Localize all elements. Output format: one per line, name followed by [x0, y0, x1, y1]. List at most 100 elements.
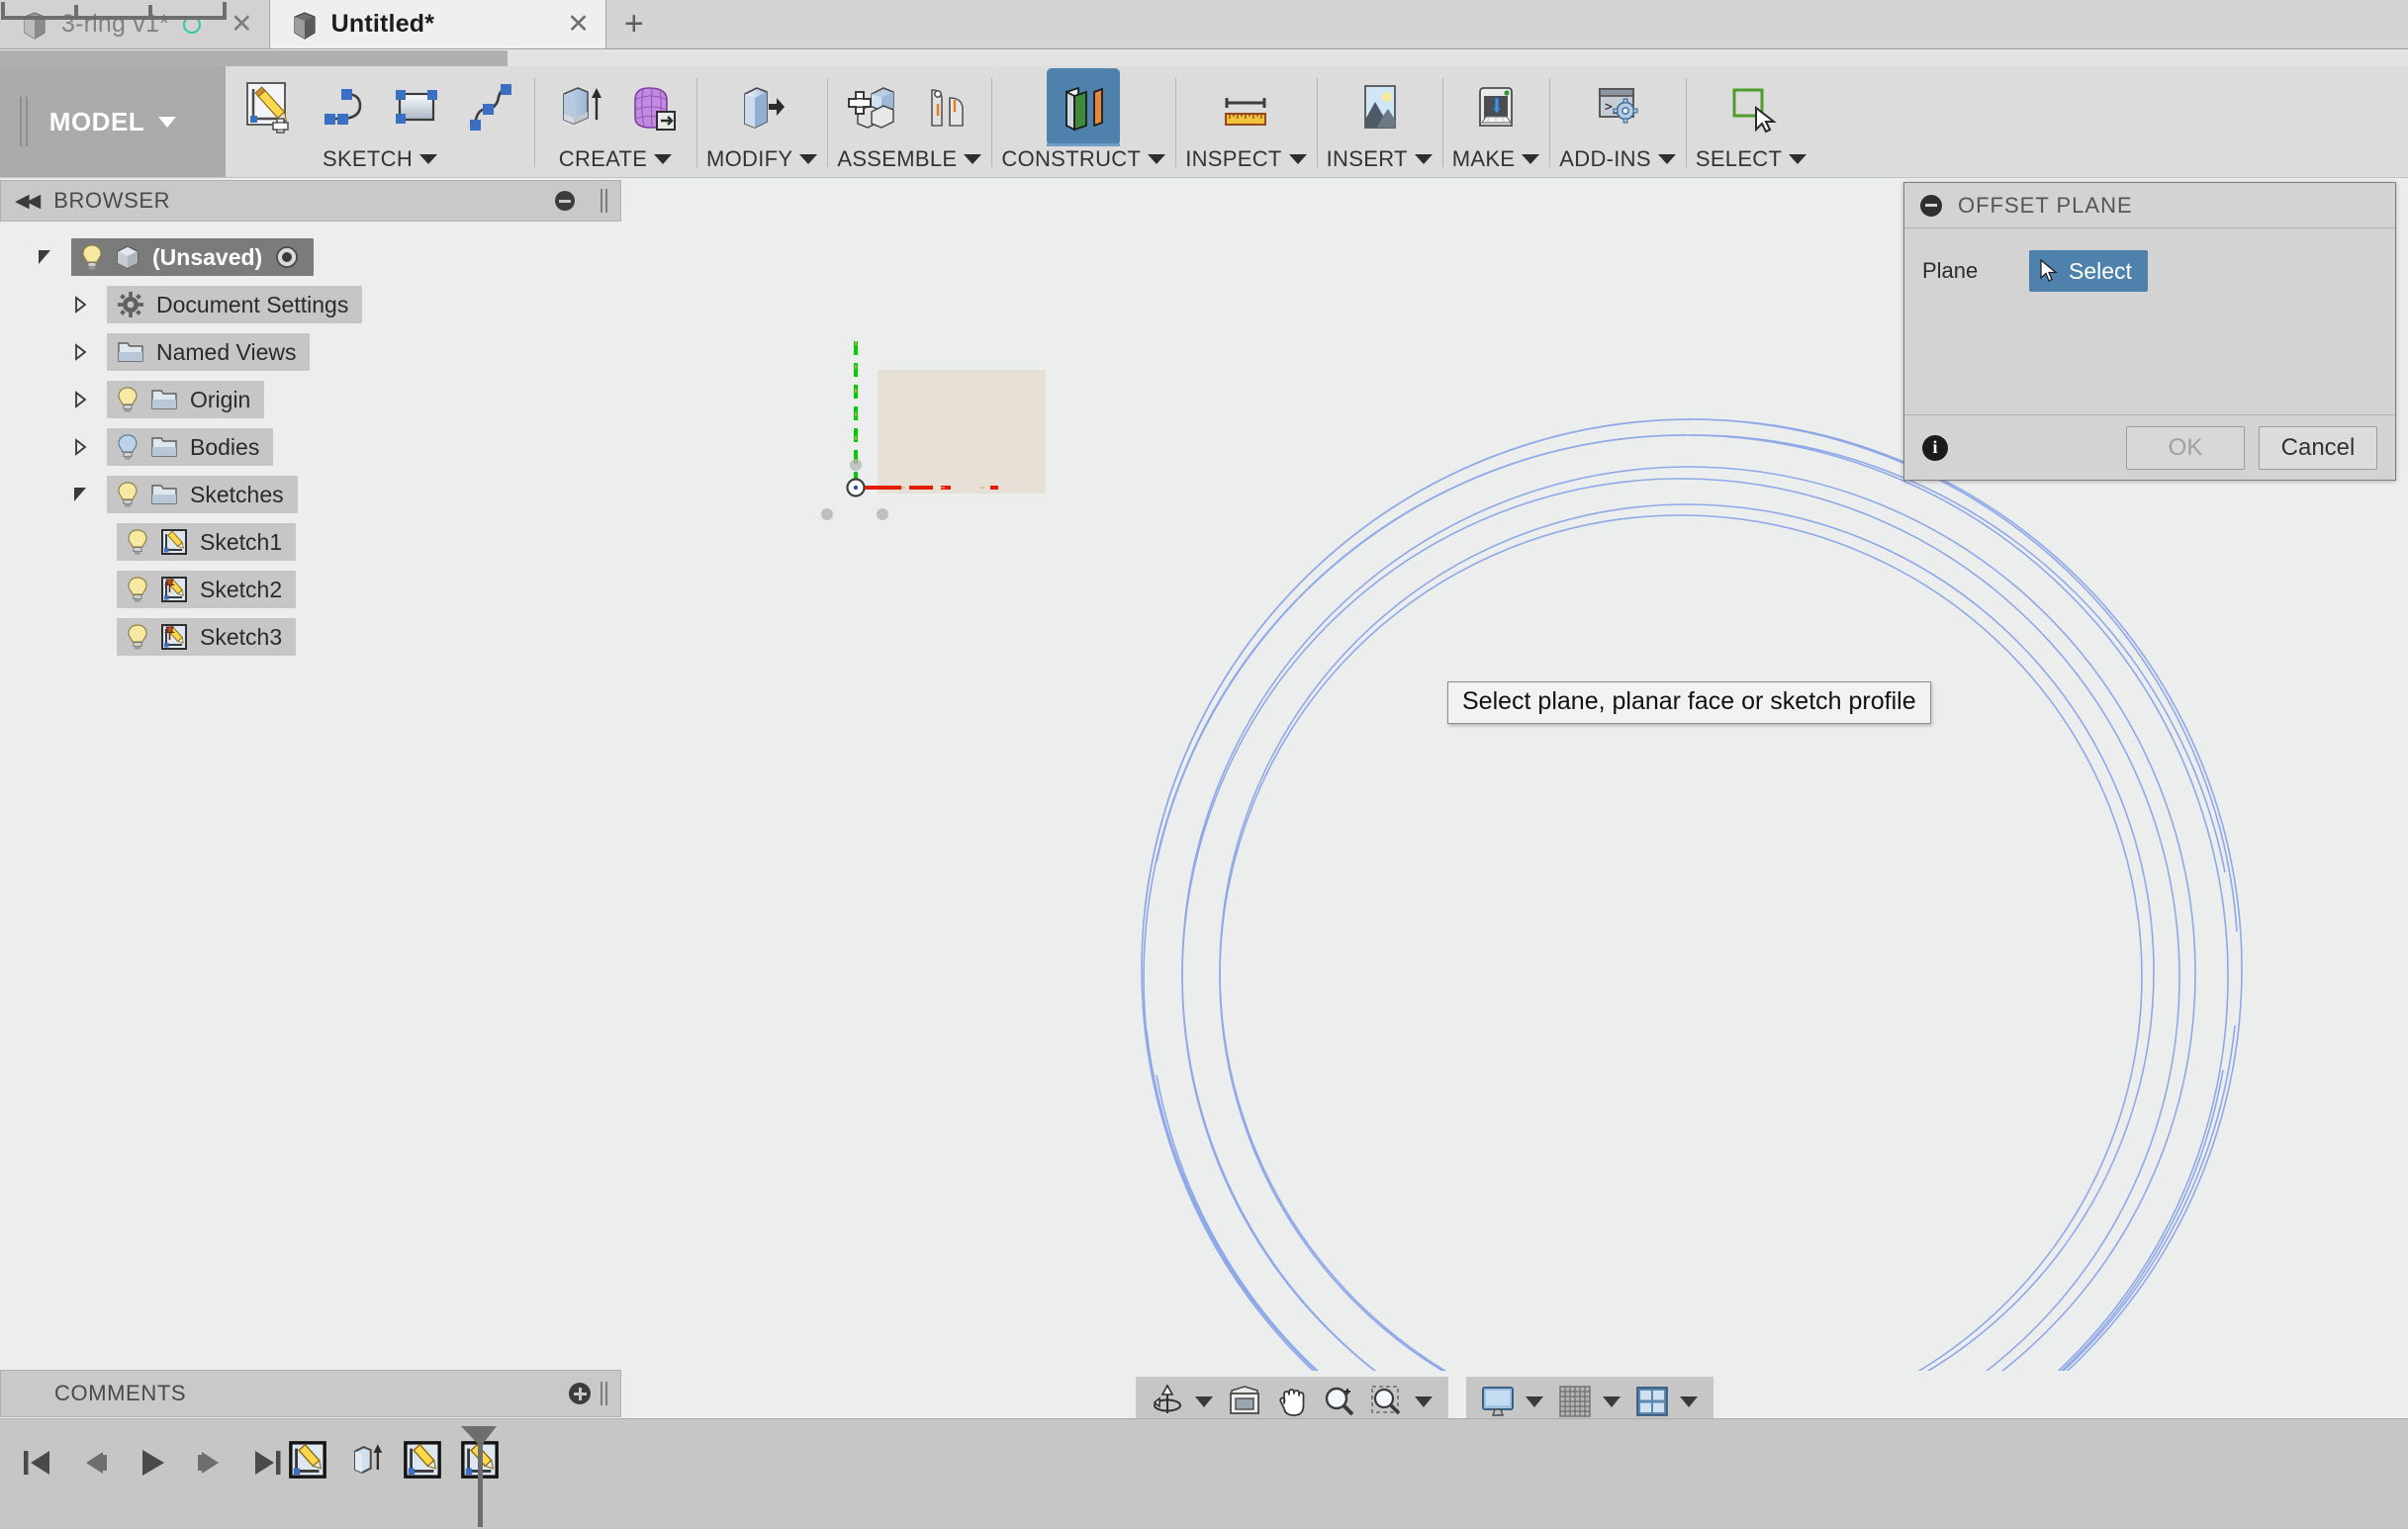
lightbulb-icon[interactable] — [127, 528, 148, 556]
create-sketch-icon[interactable] — [233, 68, 307, 145]
tree-row-origin[interactable]: Origin — [0, 376, 621, 423]
3d-print-icon[interactable] — [1459, 68, 1532, 145]
offset-plane-dialog: OFFSET PLANE Plane Select i OK Cancel — [1903, 182, 2396, 481]
press-pull-icon[interactable] — [725, 68, 798, 145]
step-forward-icon[interactable] — [186, 1439, 233, 1486]
document-cube-icon — [292, 11, 318, 40]
offset-plane-icon[interactable] — [1047, 68, 1121, 145]
tree-item-label: Sketch3 — [200, 623, 283, 650]
zoom-caret[interactable] — [1415, 1395, 1433, 1407]
twisty-expanded-icon[interactable] — [67, 482, 93, 507]
tree-row-bodies[interactable]: Bodies — [0, 423, 621, 471]
workspace-switcher[interactable]: MODEL — [0, 66, 226, 177]
viewports-icon[interactable] — [1630, 1380, 1674, 1423]
twisty-collapsed-icon[interactable] — [67, 434, 93, 460]
new-component-icon[interactable] — [836, 68, 909, 145]
folder-icon — [151, 485, 177, 504]
lightbulb-icon[interactable] — [117, 386, 139, 413]
plus-circle-icon[interactable] — [569, 1383, 591, 1404]
chevron-down-icon[interactable] — [1288, 154, 1307, 164]
tree-item-pill[interactable]: Origin — [107, 381, 265, 418]
chevron-down-icon[interactable] — [1657, 154, 1676, 164]
new-tab-button[interactable]: + — [605, 0, 662, 48]
lightbulb-icon[interactable] — [127, 576, 148, 603]
rectangle-icon[interactable] — [380, 68, 453, 145]
chevron-down-icon[interactable] — [1414, 154, 1433, 164]
pan-icon[interactable] — [1270, 1380, 1314, 1423]
tree-item-pill[interactable]: Document Settings — [107, 286, 363, 323]
go-to-beginning-icon[interactable] — [14, 1439, 61, 1486]
document-tab-bar: 3-ring v1* ✕ Untitled* ✕ + — [0, 0, 2408, 49]
twisty-collapsed-icon[interactable] — [67, 292, 93, 317]
step-back-icon[interactable] — [71, 1439, 119, 1486]
orbit-caret[interactable] — [1195, 1395, 1213, 1407]
lightbulb-icon[interactable] — [127, 623, 148, 651]
lightbulb-icon[interactable] — [117, 481, 139, 508]
timeline-feature-sketch-2[interactable] — [400, 1437, 445, 1483]
lightbulb-blue-icon[interactable] — [117, 433, 139, 461]
orbit-icon[interactable] — [1146, 1380, 1189, 1423]
tree-item-pill[interactable]: Sketch1 — [117, 523, 297, 561]
twisty-collapsed-icon[interactable] — [67, 339, 93, 365]
measure-icon[interactable] — [1209, 68, 1282, 145]
twisty-collapsed-icon[interactable] — [67, 387, 93, 412]
insert-image-icon[interactable] — [1343, 68, 1416, 145]
close-tab-icon[interactable]: ✕ — [567, 11, 590, 38]
tree-item-pill[interactable]: Named Views — [107, 333, 311, 371]
lightbulb-icon[interactable] — [81, 243, 103, 271]
chevron-down-icon[interactable] — [654, 154, 673, 164]
collapse-panel-icon[interactable]: ◀◀ — [15, 190, 41, 213]
chevron-down-icon[interactable] — [1522, 154, 1540, 164]
tree-item-pill[interactable]: Sketches — [107, 476, 298, 513]
display-settings-icon[interactable] — [1476, 1380, 1520, 1423]
arc-icon[interactable] — [307, 68, 380, 145]
go-to-end-icon[interactable] — [243, 1439, 291, 1486]
tree-row-named-views[interactable]: Named Views — [0, 328, 621, 376]
tree-item-pill[interactable]: (Unsaved) — [71, 238, 315, 276]
tree-item-pill[interactable]: Bodies — [107, 428, 274, 466]
chevron-down-icon[interactable] — [1148, 154, 1166, 164]
chevron-down-icon[interactable] — [964, 154, 982, 164]
tree-item-label: Sketch2 — [200, 576, 283, 602]
document-tab-untitled[interactable]: Untitled* ✕ — [269, 0, 606, 48]
timeline-end-marker[interactable] — [453, 1424, 501, 1529]
grid-caret[interactable] — [1603, 1395, 1621, 1407]
look-at-icon[interactable] — [1223, 1380, 1266, 1423]
tree-row-sketch3[interactable]: Sketch3 — [0, 613, 621, 661]
chevron-down-icon[interactable] — [799, 154, 818, 164]
radio-target-icon[interactable] — [274, 244, 300, 270]
viewports-caret[interactable] — [1680, 1395, 1698, 1407]
tree-row-document-settings[interactable]: Document Settings — [0, 281, 621, 328]
tree-item-pill[interactable]: Sketch3 — [117, 618, 297, 656]
joint-icon[interactable] — [909, 68, 982, 145]
play-icon[interactable] — [129, 1439, 176, 1486]
display-caret[interactable] — [1526, 1395, 1543, 1407]
tree-row-unsaved[interactable]: (Unsaved) — [0, 233, 621, 281]
tree-row-sketches[interactable]: Sketches — [0, 471, 621, 518]
minus-circle-icon[interactable] — [1920, 194, 1942, 217]
info-icon[interactable]: i — [1922, 434, 1948, 461]
tree-row-sketch2[interactable]: Sketch2 — [0, 566, 621, 613]
ok-button[interactable]: OK — [2126, 425, 2245, 470]
grid-snaps-icon[interactable] — [1553, 1380, 1597, 1423]
cancel-button[interactable]: Cancel — [2259, 425, 2377, 470]
chevron-down-icon[interactable] — [419, 154, 438, 164]
zoom-window-icon[interactable] — [1365, 1380, 1409, 1423]
zoom-in-icon[interactable] — [1318, 1380, 1361, 1423]
spline-icon[interactable] — [453, 68, 526, 145]
resize-grip-icon[interactable] — [601, 189, 608, 213]
dialog-title-bar[interactable]: OFFSET PLANE — [1904, 183, 2395, 228]
select-cursor-icon[interactable] — [1714, 68, 1788, 145]
extrude-icon[interactable] — [542, 68, 615, 145]
tree-item-pill[interactable]: Sketch2 — [117, 571, 297, 608]
chevron-down-icon[interactable] — [1789, 154, 1807, 164]
select-plane-button[interactable]: Select — [2029, 250, 2148, 292]
scripts-addins-icon[interactable]: >_ — [1581, 68, 1654, 145]
form-icon[interactable] — [615, 68, 689, 145]
minus-circle-icon[interactable] — [555, 191, 575, 211]
resize-grip-icon[interactable] — [601, 1382, 608, 1405]
tree-row-sketch1[interactable]: Sketch1 — [0, 518, 621, 566]
twisty-expanded-icon[interactable] — [32, 244, 57, 270]
timeline-feature-sketch-1[interactable] — [285, 1437, 330, 1483]
timeline-feature-extrude[interactable] — [342, 1437, 388, 1483]
